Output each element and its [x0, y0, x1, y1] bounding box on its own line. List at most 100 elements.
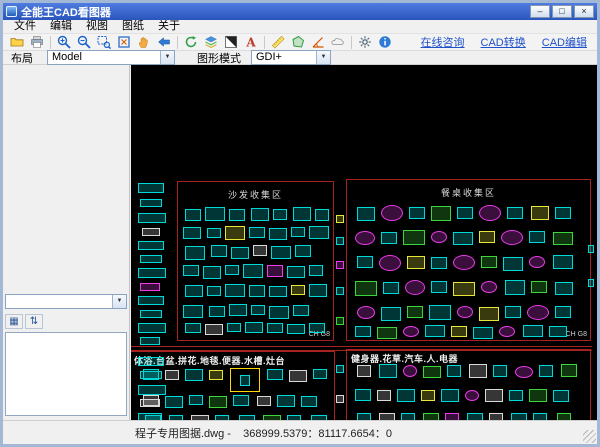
- cad-block: [357, 306, 375, 319]
- cad-block: [185, 369, 203, 381]
- cad-block: [225, 284, 245, 297]
- cad-block: [355, 231, 375, 245]
- toolbar: A 在线咨询 CAD转换 CAD编辑: [3, 34, 597, 51]
- left-panel: ▦ ⇅: [3, 65, 130, 420]
- layout-combobox[interactable]: Model: [47, 50, 175, 65]
- menu-item-file[interactable]: 文件: [7, 20, 43, 33]
- graphics-mode-combobox[interactable]: GDI+: [251, 50, 331, 65]
- settings-icon[interactable]: [355, 34, 375, 50]
- cad-block: [473, 327, 493, 339]
- link-cad-convert[interactable]: CAD转换: [481, 34, 526, 50]
- layout-bar: 布局 Model 图形模式 GDI+: [3, 50, 597, 65]
- resize-grip[interactable]: [583, 430, 596, 443]
- cad-block: [225, 265, 239, 275]
- cad-block: [336, 365, 344, 373]
- cad-block: [287, 266, 305, 278]
- cad-block: [489, 413, 503, 420]
- cad-block: [138, 268, 166, 278]
- link-cad-edit[interactable]: CAD编辑: [542, 34, 587, 50]
- cad-block: [205, 207, 225, 221]
- selection-box: [230, 368, 260, 392]
- cad-block: [529, 389, 547, 402]
- cad-block: [287, 324, 305, 334]
- titlebar[interactable]: 全能王CAD看图器 – □ ×: [3, 3, 597, 20]
- divider-line: [131, 346, 592, 347]
- measure-length-icon[interactable]: [268, 34, 288, 50]
- property-list[interactable]: [5, 332, 127, 416]
- panel-fitness-collection: 健身器.花草.汽车.人.电器: [346, 349, 591, 420]
- sort-icon[interactable]: ⇅: [25, 314, 43, 329]
- minimize-button[interactable]: –: [530, 5, 550, 18]
- cad-block: [501, 230, 523, 245]
- print-icon[interactable]: [27, 34, 47, 50]
- cad-block: [479, 205, 501, 221]
- cad-block: [453, 232, 473, 245]
- app-window: 全能王CAD看图器 – □ × 文件 编辑 视图 图纸 关于 A 在线咨询 CA…: [0, 0, 600, 447]
- close-button[interactable]: ×: [574, 5, 594, 18]
- cad-block: [231, 247, 249, 259]
- cad-block: [189, 395, 203, 405]
- cad-block: [588, 279, 594, 287]
- zoom-in-icon[interactable]: [54, 34, 74, 50]
- measure-area-icon[interactable]: [288, 34, 308, 50]
- cad-block: [301, 396, 317, 407]
- cad-block: [211, 245, 227, 257]
- cad-block: [509, 390, 523, 401]
- rotate-view-icon[interactable]: [181, 34, 201, 50]
- revision-cloud-icon[interactable]: [328, 34, 348, 50]
- cad-block: [409, 207, 425, 219]
- cad-block: [549, 326, 567, 337]
- cad-block: [407, 306, 423, 318]
- cad-block: [499, 326, 515, 337]
- menu-item-about[interactable]: 关于: [151, 20, 187, 33]
- cad-block: [207, 228, 221, 238]
- zoom-window-icon[interactable]: [94, 34, 114, 50]
- property-combobox[interactable]: [5, 294, 127, 309]
- toolbar-links: 在线咨询 CAD转换 CAD编辑: [421, 34, 593, 50]
- maximize-button[interactable]: □: [552, 5, 572, 18]
- cad-block: [479, 307, 499, 321]
- cad-block: [183, 265, 199, 276]
- pan-icon[interactable]: [134, 34, 154, 50]
- panel-tag: CH G8: [565, 331, 587, 338]
- zoom-extents-icon[interactable]: [114, 34, 134, 50]
- measure-angle-icon[interactable]: [308, 34, 328, 50]
- open-file-icon[interactable]: [7, 34, 27, 50]
- info-icon[interactable]: [375, 34, 395, 50]
- background-color-icon[interactable]: [221, 34, 241, 50]
- cad-block: [183, 227, 201, 239]
- previous-view-icon[interactable]: [154, 34, 174, 50]
- layers-icon[interactable]: [201, 34, 221, 50]
- cad-block: [140, 255, 162, 263]
- zoom-out-icon[interactable]: [74, 34, 94, 50]
- cad-block: [485, 389, 503, 402]
- categorize-icon[interactable]: ▦: [5, 314, 23, 329]
- cad-block: [355, 326, 371, 337]
- menu-item-view[interactable]: 视图: [79, 20, 115, 33]
- link-online-consult[interactable]: 在线咨询: [421, 34, 465, 50]
- cad-block: [267, 323, 283, 333]
- cad-block: [429, 305, 451, 320]
- cad-block: [445, 413, 459, 420]
- menu-item-sheet[interactable]: 图纸: [115, 20, 151, 33]
- cad-block: [423, 366, 441, 378]
- main-area: ▦ ⇅ 沙发收集区 CH G8 餐桌收集区 CH G8 体浴.台盆.拼花.地毯.…: [3, 65, 597, 420]
- cad-block: [269, 306, 289, 319]
- cad-canvas[interactable]: 沙发收集区 CH G8 餐桌收集区 CH G8 体浴.台盆.拼花.地毯.便器.水…: [131, 65, 597, 420]
- cad-block: [209, 306, 225, 317]
- toolbar-separator: [351, 35, 352, 49]
- cad-block: [138, 296, 164, 305]
- cad-block: [185, 246, 205, 260]
- menu-item-edit[interactable]: 编辑: [43, 20, 79, 33]
- cad-block: [505, 306, 521, 318]
- cad-block: [203, 266, 221, 279]
- cad-block: [529, 231, 545, 243]
- cad-block: [481, 281, 497, 293]
- cad-block: [293, 207, 311, 221]
- cad-block: [309, 284, 327, 297]
- annotate-text-icon[interactable]: A: [241, 34, 261, 50]
- cad-block: [451, 326, 467, 337]
- cad-block: [273, 209, 287, 220]
- cad-block: [355, 389, 371, 401]
- cad-block: [533, 413, 547, 420]
